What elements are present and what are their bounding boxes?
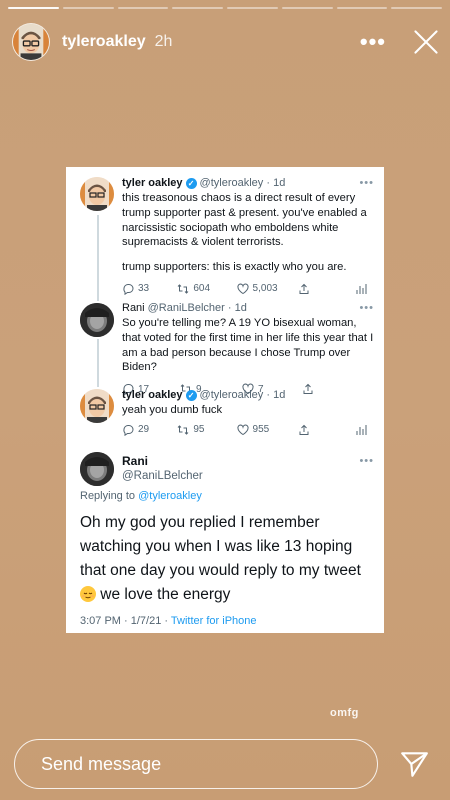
reply-icon (123, 283, 134, 295)
replying-to: Replying to @tyleroakley (80, 490, 202, 502)
tweet-1: tyler oakley ✓ @tyleroakley · 1d ••• thi… (80, 177, 374, 297)
story-text-sticker: omfg (330, 707, 359, 719)
tweet-handle: @RaniLBelcher (147, 302, 225, 314)
like-count: 955 (252, 424, 270, 436)
replying-label: Replying to (80, 490, 136, 502)
tweet-2: Rani @RaniLBelcher · 1d ••• So you're te… (80, 302, 374, 396)
tweet-text: this treasonous chaos is a direct result… (122, 192, 367, 249)
replying-handle[interactable]: @tyleroakley (138, 490, 202, 502)
share-icon (299, 424, 309, 435)
retweet-count: 604 (193, 283, 211, 295)
analytics-icon (356, 424, 367, 435)
analytics-action (355, 283, 374, 295)
tweet-text: yeah you dumb fuck (122, 404, 223, 416)
verified-badge-icon: ✓ (185, 389, 197, 401)
tweet-handle: @tyleroakley (199, 389, 264, 401)
progress-segment (172, 7, 223, 9)
avatar[interactable] (12, 23, 50, 61)
main-tweet-body: Oh my god you replied I remember watchin… (80, 514, 361, 579)
analytics-icon (356, 283, 367, 294)
reply-icon (123, 424, 134, 436)
reply-action: 29 (122, 424, 177, 436)
retweet-action: 95 (177, 424, 236, 436)
relieved-face-emoji-icon (80, 586, 96, 602)
main-tweet-header: Rani ••• @RaniLBelcher (80, 452, 374, 488)
tweet-screenshot: tyler oakley ✓ @tyleroakley · 1d ••• thi… (66, 167, 384, 633)
story-progress (8, 7, 442, 9)
share-action (298, 283, 355, 295)
retweet-icon (178, 284, 189, 294)
close-icon[interactable] (412, 28, 440, 56)
story-time: 2h (154, 33, 173, 50)
progress-segment (336, 7, 388, 9)
like-action: 955 (237, 424, 298, 436)
main-tweet-body-end: we love the energy (96, 586, 231, 603)
tweet-author-name[interactable]: tyler oakley (122, 177, 183, 189)
analytics-action (355, 424, 374, 436)
tweet-source[interactable]: Twitter for iPhone (171, 615, 257, 627)
send-paper-plane-icon[interactable] (392, 742, 436, 786)
progress-segment (227, 7, 278, 9)
like-action: 5,003 (237, 283, 298, 295)
more-horizontal-icon: ••• (359, 302, 374, 314)
more-horizontal-icon[interactable]: ••• (360, 31, 386, 53)
tweet-text: So you're telling me? A 19 YO bisexual w… (122, 317, 374, 374)
verified-badge-icon: ✓ (185, 177, 197, 189)
tweet-avatar (80, 452, 114, 486)
retweet-count: 95 (193, 424, 205, 436)
retweet-action: 604 (177, 283, 236, 295)
tweet-avatar (80, 389, 114, 423)
tweet-age: · 1d (266, 177, 286, 189)
more-horizontal-icon: ••• (359, 455, 374, 467)
tweet-author-name[interactable]: Rani (122, 454, 148, 468)
tweet-avatar (80, 303, 114, 337)
tweet-age: · 1d (227, 302, 247, 314)
tweet-age: · 1d (266, 389, 286, 401)
share-icon (299, 283, 309, 294)
tweet-handle: @tyleroakley (199, 177, 264, 189)
heart-icon (237, 283, 249, 295)
reply-count: 33 (138, 283, 150, 295)
more-horizontal-icon: ••• (359, 177, 374, 189)
tweet-author-name[interactable]: tyler oakley (122, 389, 183, 401)
progress-segment (62, 7, 114, 9)
tweet-time: 3:07 PM · 1/7/21 · (80, 615, 171, 627)
reply-action: 33 (122, 283, 177, 295)
reply-count: 29 (138, 424, 150, 436)
share-action (298, 424, 355, 436)
tweet-avatar (80, 177, 114, 211)
tweet-text-2: trump supporters: this is exactly who yo… (122, 261, 347, 274)
heart-icon (237, 424, 249, 435)
retweet-icon (178, 425, 189, 435)
send-message-input[interactable] (14, 739, 378, 789)
tweet-3: tyler oakley ✓ @tyleroakley · 1d yeah yo… (80, 389, 374, 439)
main-tweet-text: Oh my god you replied I remember watchin… (80, 511, 372, 607)
tweet-timestamp: 3:07 PM · 1/7/21 · Twitter for iPhone (80, 615, 257, 627)
tweet-handle: @RaniLBelcher (122, 470, 203, 482)
progress-segment (117, 7, 169, 9)
progress-segment (391, 7, 442, 9)
reply-bar (14, 738, 436, 790)
story-username[interactable]: tyleroakley (62, 33, 146, 51)
progress-segment (281, 7, 333, 9)
like-count: 5,003 (252, 283, 278, 295)
tweet-author-name[interactable]: Rani (122, 302, 145, 314)
progress-segment (8, 7, 59, 9)
story-header: tyleroakley 2h ••• (12, 22, 440, 62)
